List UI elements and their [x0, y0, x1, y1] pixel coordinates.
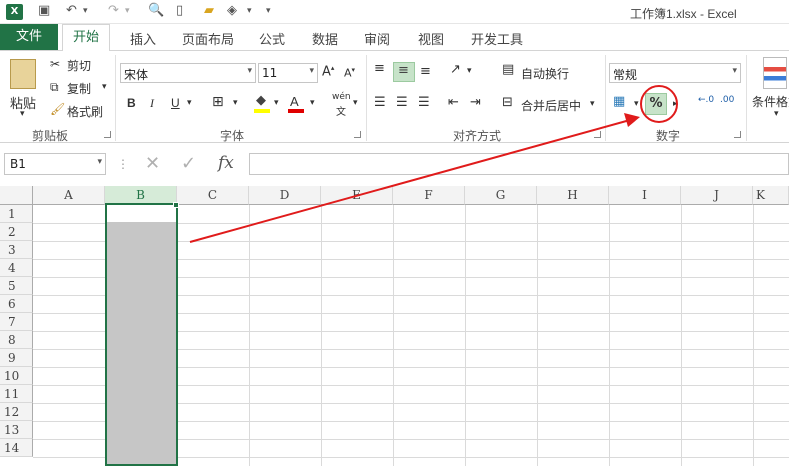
annotation-arrow: [189, 113, 640, 243]
annotation-arrow-line: [189, 119, 631, 243]
tab-home[interactable]: 开始: [62, 24, 110, 51]
annotation-arrow-head: [624, 113, 640, 127]
